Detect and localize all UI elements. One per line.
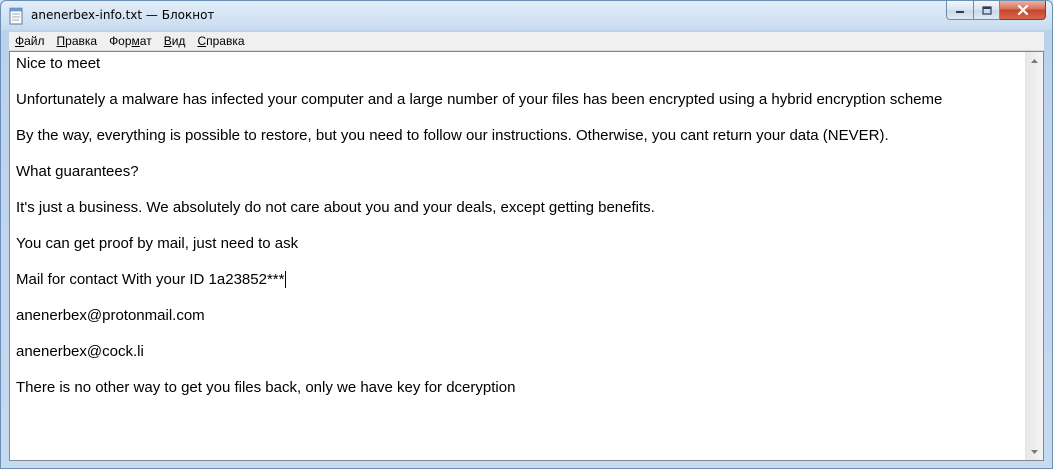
text-line [16,217,1020,235]
menu-format-accel: м [131,34,140,48]
document-text[interactable]: Nice to meet Unfortunately a malware has… [10,52,1026,460]
menu-edit-label: равка [65,34,98,48]
text-line [16,145,1020,163]
caption-buttons [946,1,1046,21]
menu-help-label: правка [206,34,245,48]
text-line [16,73,1020,91]
text-line [16,361,1020,379]
maximize-icon [981,5,992,15]
text-line: There is no other way to get you files b… [16,379,516,396]
scroll-down-arrow-icon [1031,449,1038,454]
menu-edit-accel: П [56,34,66,48]
text-line: What guarantees? [16,163,139,180]
text-line: anenerbex@protonmail.com [16,307,205,324]
menu-file-accel: Ф [15,34,25,48]
text-line: Nice to meet [16,55,101,72]
menu-edit[interactable]: Правка [51,32,104,50]
text-line: Mail for contact With your ID 1a23852*** [16,271,285,288]
menu-view[interactable]: Вид [158,32,192,50]
menu-format-label: ат [139,34,152,48]
scroll-up-arrow-icon [1031,58,1038,63]
menu-format[interactable]: Формат [103,32,158,50]
text-line [16,181,1020,199]
text-line: It's just a business. We absolutely do n… [16,199,655,216]
vertical-scrollbar[interactable] [1025,52,1043,460]
text-line [16,253,1020,271]
notepad-app-icon [9,7,23,25]
close-icon [1017,5,1028,15]
text-caret [285,271,287,288]
scroll-up-button[interactable] [1026,52,1043,69]
menu-bar: Файл Правка Формат Вид Справка [9,32,1044,51]
text-line: By the way, everything is possible to re… [16,127,889,144]
menu-view-accel: В [163,34,172,48]
window-title: anenerbex-info.txt — Блокнот [31,8,215,22]
menu-help[interactable]: Справка [191,32,250,50]
title-bar[interactable]: anenerbex-info.txt — Блокнот [1,1,1052,31]
scroll-down-button[interactable] [1026,443,1043,460]
menu-format-pre: Фор [109,34,132,48]
minimize-button[interactable] [946,1,974,20]
text-line-with-caret: Mail for contact With your ID 1a23852*** [16,271,1020,289]
text-line [16,109,1020,127]
text-line: anenerbex@cock.li [16,343,144,360]
menu-help-accel: С [197,34,207,48]
maximize-button[interactable] [974,1,1000,20]
notepad-window: anenerbex-info.txt — Блокнот Файл Правка… [0,0,1053,469]
text-line: You can get proof by mail, just need to … [16,235,299,252]
text-line [16,289,1020,307]
text-editor[interactable]: Nice to meet Unfortunately a malware has… [9,51,1044,461]
minimize-icon [956,11,964,13]
text-line: Unfortunately a malware has infected you… [16,91,943,108]
menu-file[interactable]: Файл [9,32,51,50]
menu-file-label: айл [24,34,45,48]
menu-view-label: ид [171,34,186,48]
text-line [16,325,1020,343]
close-button[interactable] [1000,1,1046,20]
